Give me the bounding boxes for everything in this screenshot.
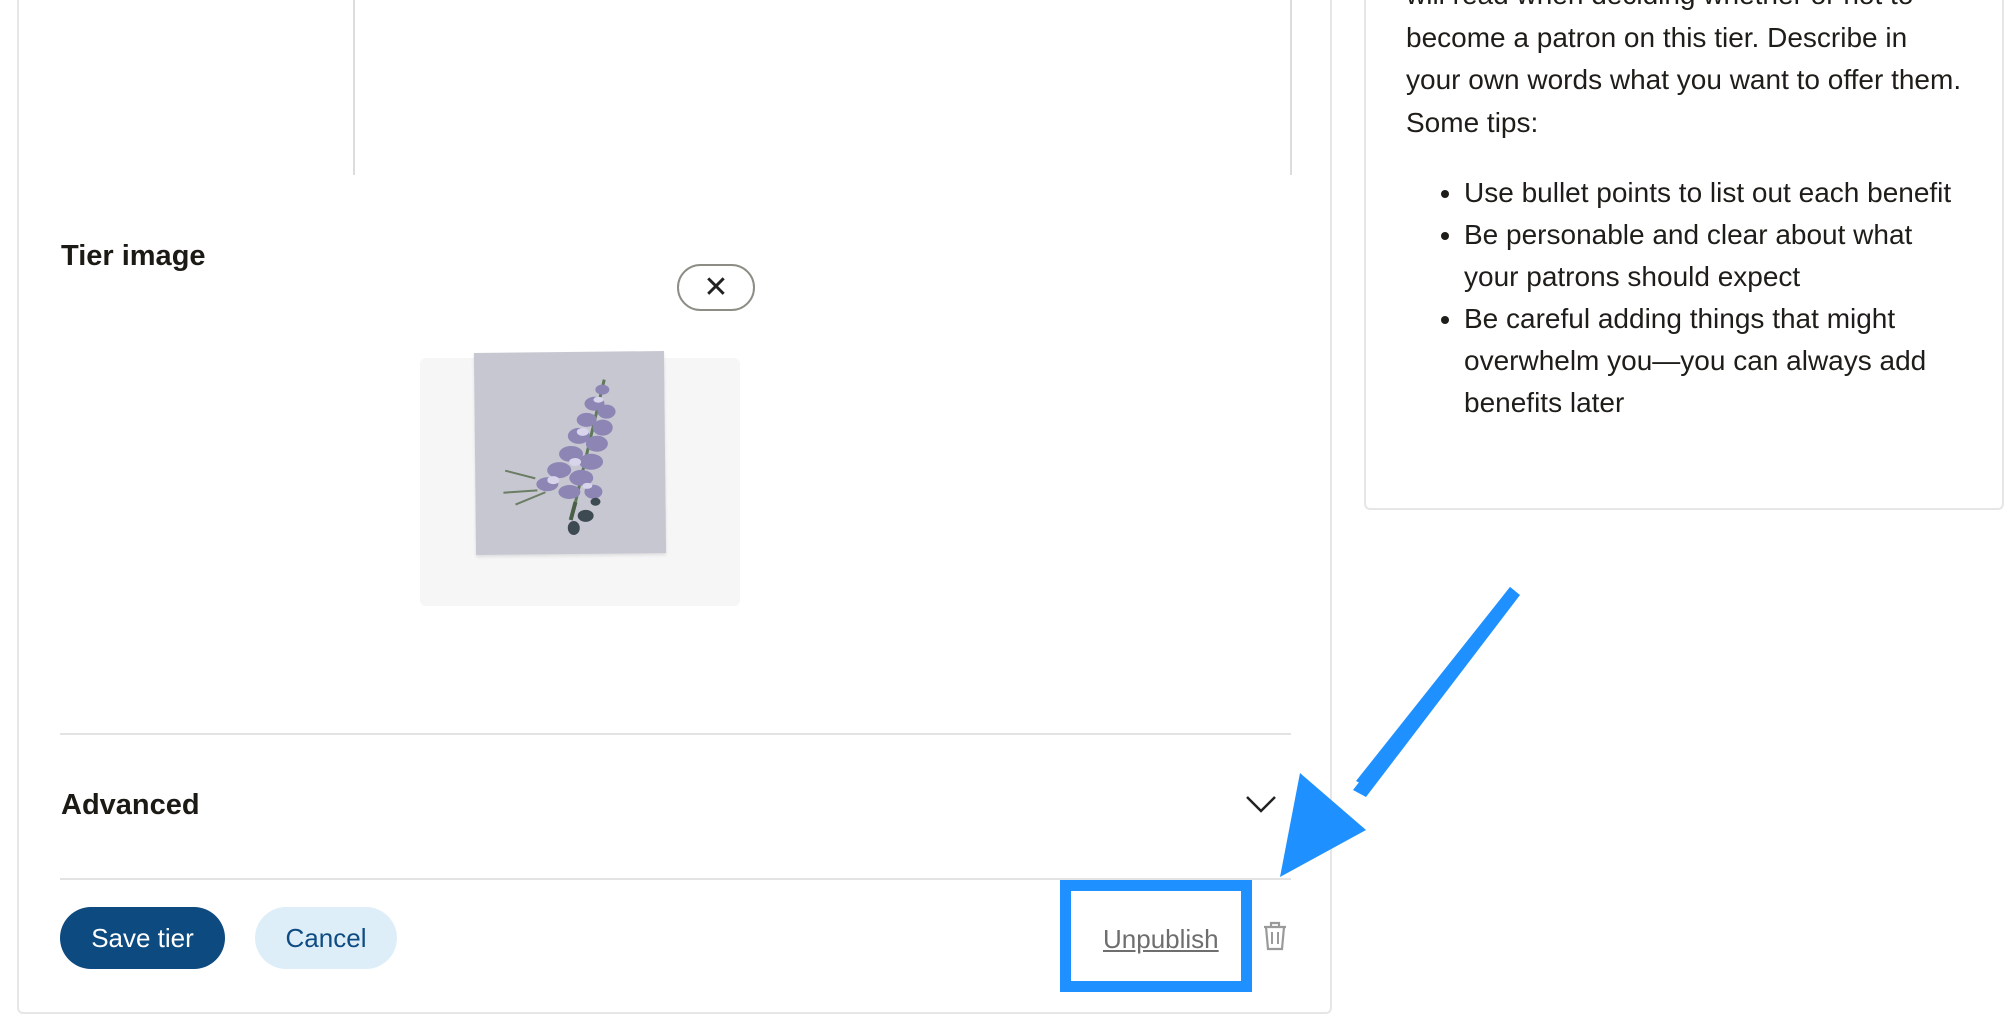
description-editor[interactable] [353,0,1292,175]
tips-intro: become a patron on this tier. Describe i… [1406,21,1962,138]
annotation-arrow [1280,587,1520,877]
tier-image-preview [420,348,740,610]
tips-intro-top: will read when deciding whether or not t… [1406,0,1966,17]
trash-icon[interactable] [1261,920,1289,952]
list-item: Be careful adding things that might over… [1464,298,1966,424]
cancel-button[interactable]: Cancel [255,907,397,969]
unpublish-link[interactable]: Unpublish [1103,924,1219,955]
divider [60,733,1291,735]
flower-illustration [503,379,616,535]
tier-image-photo [473,351,667,555]
list-item: Be personable and clear about what your … [1464,214,1966,298]
tier-image-label: Tier image [61,240,206,272]
tips-list: Use bullet points to list out each benef… [1406,172,1966,424]
close-icon: ✕ [703,271,729,304]
list-item: Use bullet points to list out each benef… [1464,172,1966,214]
tips-content: will read when deciding whether or not t… [1406,0,1966,424]
remove-image-button[interactable]: ✕ [677,264,755,311]
save-tier-button[interactable]: Save tier [60,907,225,969]
advanced-label: Advanced [61,789,200,821]
